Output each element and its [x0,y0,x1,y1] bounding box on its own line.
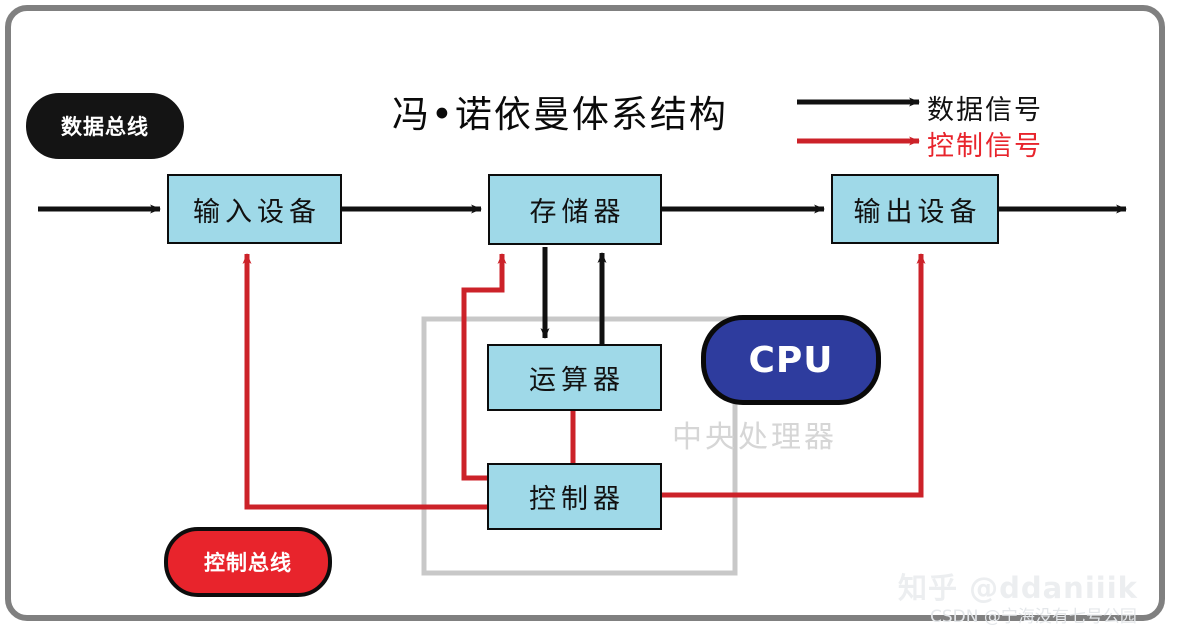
node-controller: 控制器 [487,463,662,530]
node-input-device: 输入设备 [167,174,342,244]
control-bus-badge: 控制总线 [164,527,332,597]
data-bus-badge: 数据总线 [26,93,184,159]
wire-controller-to-input [242,253,487,510]
node-output-device-label: 输出设备 [853,196,982,228]
node-input-device-label: 输入设备 [193,196,321,228]
node-alu-label: 运算器 [529,365,625,396]
node-memory-label: 存储器 [529,197,626,228]
cpu-boundary-label: 中央处理器 [672,420,837,455]
page-title: 冯•诺依曼体系结构 [392,93,728,136]
watermark-csdn: CSDN @宁海没有七号公园 [930,607,1137,627]
legend-label-data-signal: 数据信号 [927,95,1043,126]
node-controller-label: 控制器 [529,484,625,515]
diagram-canvas: 冯•诺依曼体系结构 数据信号 控制信号 数据总线 控制总线 输入设备 存储器 输… [0,0,1178,636]
legend-label-control-signal: 控制信号 [927,131,1043,162]
watermark-zhihu: 知乎 @ddaniiik [898,571,1138,605]
cpu-badge: CPU [701,315,881,405]
node-memory: 存储器 [488,174,662,245]
control-bus-label: 控制总线 [204,551,292,575]
data-bus-label: 数据总线 [61,115,149,139]
node-output-device: 输出设备 [831,174,999,244]
node-alu: 运算器 [487,344,662,411]
cpu-badge-label: CPU [748,339,834,381]
